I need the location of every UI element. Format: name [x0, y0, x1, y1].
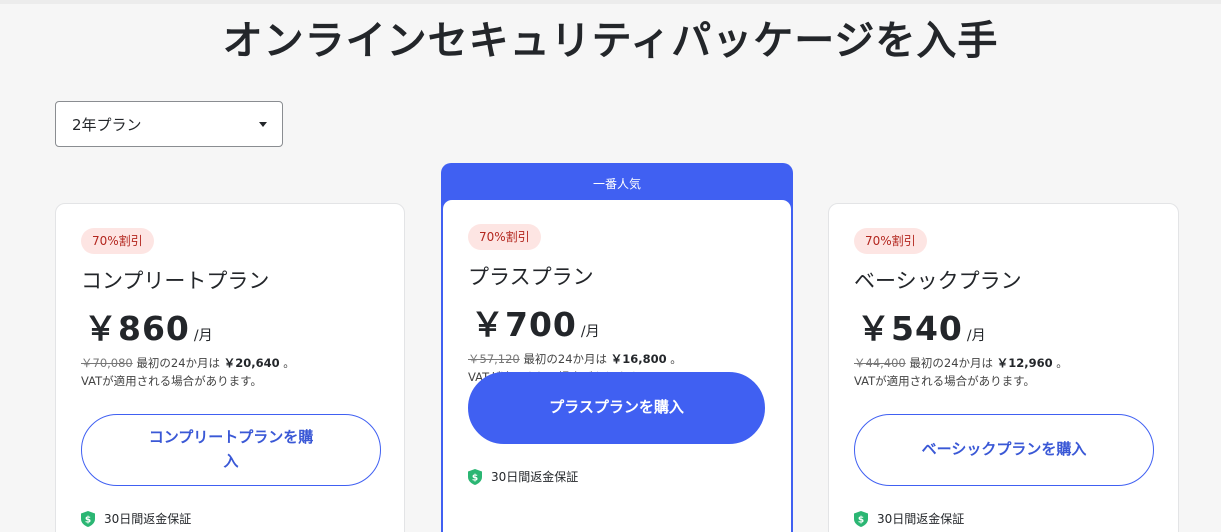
billing-info: ￥44,400 最初の24か月は ￥12,960 。 VATが適用される場合があ…: [854, 354, 1068, 390]
price-unit: /月: [966, 328, 986, 344]
plan-card-complete: 70%割引 コンプリートプラン ￥860 /月 ￥70,080 最初の24か月は…: [55, 203, 405, 532]
buy-complete-plan-button[interactable]: コンプリートプランを購入: [81, 414, 381, 486]
plan-price: ￥700 /月: [471, 298, 600, 346]
buy-plus-plan-button[interactable]: プラスプランを購入: [468, 372, 765, 444]
guarantee-label: 30日間返金保証: [491, 470, 579, 484]
svg-text:$: $: [472, 473, 478, 483]
billing-info: ￥70,080 最初の24か月は ￥20,640 。 VATが適用される場合があ…: [81, 354, 295, 390]
price-amount: ￥860: [84, 309, 190, 348]
plan-price: ￥860 /月: [84, 302, 213, 350]
plan-name: ベーシックプラン: [854, 269, 1022, 293]
money-back-guarantee: $ 30日間返金保証: [854, 510, 964, 527]
plan-duration-select[interactable]: 2年プラン: [55, 101, 283, 147]
money-back-guarantee: $ 30日間返金保証: [81, 510, 191, 527]
most-popular-label: 一番人気: [592, 177, 641, 191]
price-amount: ￥540: [857, 309, 963, 348]
shield-dollar-icon: $: [854, 510, 868, 527]
plan-name: コンプリートプラン: [81, 269, 270, 293]
period-end: 。: [1056, 356, 1068, 370]
svg-text:$: $: [858, 515, 864, 525]
first-period-text: 最初の24か月は: [136, 356, 221, 370]
discount-badge: 70%割引: [854, 228, 927, 254]
period-end: 。: [283, 356, 295, 370]
price-unit: /月: [193, 328, 213, 344]
top-divider: [0, 0, 1221, 4]
vat-note: VATが適用される場合があります。: [81, 374, 262, 388]
discount-badge: 70%割引: [468, 224, 541, 250]
original-total: ￥44,400: [854, 356, 906, 370]
first-period-total: ￥16,800: [610, 352, 667, 366]
plan-card-basic: 70%割引 ベーシックプラン ￥540 /月 ￥44,400 最初の24か月は …: [828, 203, 1179, 532]
original-total: ￥57,120: [468, 352, 520, 366]
money-back-guarantee: $ 30日間返金保証: [468, 468, 578, 485]
first-period-text: 最初の24か月は: [909, 356, 994, 370]
shield-dollar-icon: $: [81, 510, 95, 527]
first-period-total: ￥20,640: [223, 356, 280, 370]
price-unit: /月: [580, 324, 600, 340]
plan-card-plus-highlight: 一番人気 70%割引 プラスプラン ￥700 /月 ￥57,120 最初の24か…: [441, 163, 793, 532]
page-title: オンラインセキュリティパッケージを入手: [222, 18, 999, 64]
guarantee-label: 30日間返金保証: [877, 512, 965, 526]
vat-note: VATが適用される場合があります。: [854, 374, 1035, 388]
plan-card-plus: 70%割引 プラスプラン ￥700 /月 ￥57,120 最初の24か月は ￥1…: [443, 200, 791, 532]
svg-text:$: $: [85, 515, 91, 525]
original-total: ￥70,080: [81, 356, 133, 370]
guarantee-label: 30日間返金保証: [104, 512, 192, 526]
shield-dollar-icon: $: [468, 468, 482, 485]
buy-basic-plan-button[interactable]: ベーシックプランを購入: [854, 414, 1154, 486]
price-amount: ￥700: [471, 305, 577, 344]
discount-badge: 70%割引: [81, 228, 154, 254]
plan-duration-value: 2年プラン: [72, 115, 142, 134]
plan-name: プラスプラン: [468, 265, 594, 289]
first-period-total: ￥12,960: [996, 356, 1053, 370]
plan-price: ￥540 /月: [857, 302, 986, 350]
first-period-text: 最初の24か月は: [523, 352, 608, 366]
period-end: 。: [670, 352, 682, 366]
chevron-down-icon: [259, 122, 267, 127]
